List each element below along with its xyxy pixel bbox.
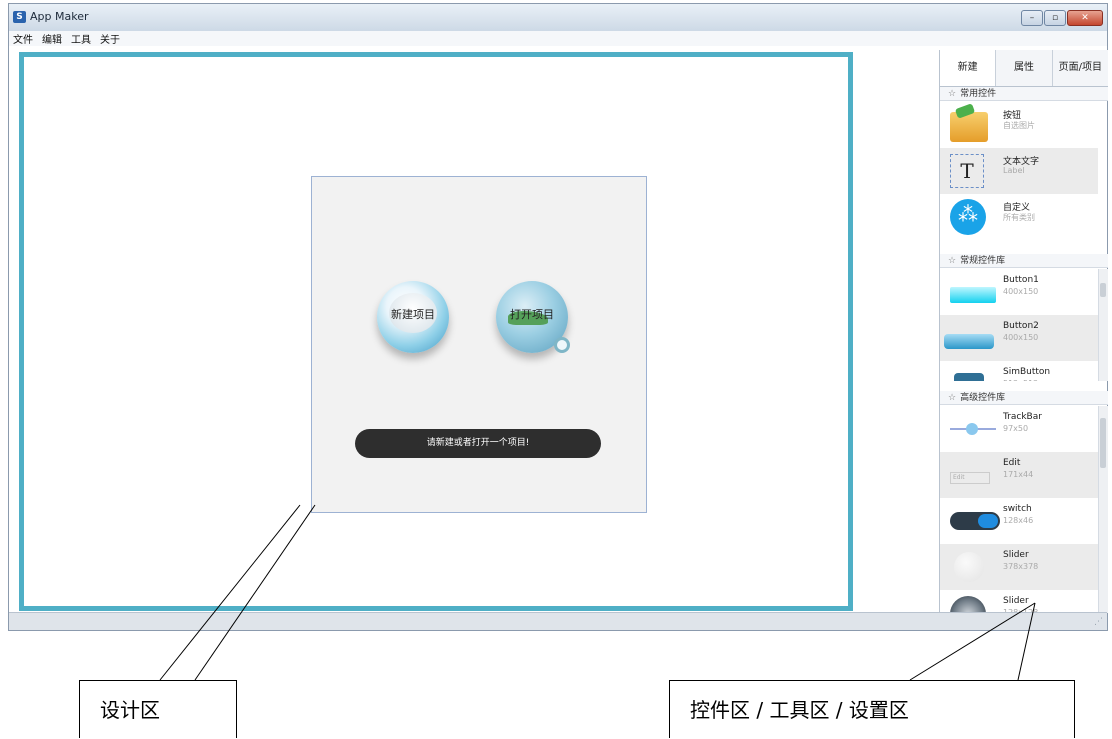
control-name: Slider bbox=[1003, 550, 1029, 560]
section-body-regular[interactable]: Button1 400x150 Button2 400x150 SimButto… bbox=[940, 269, 1098, 381]
app-logo-icon: S bbox=[13, 11, 26, 23]
trackbar-icon bbox=[950, 423, 996, 435]
folder-icon bbox=[950, 112, 988, 142]
control-item[interactable]: 按钮 自选图片 bbox=[940, 102, 1098, 148]
slider-icon bbox=[954, 552, 984, 582]
control-item[interactable]: 自定义 所有类别 bbox=[940, 194, 1098, 240]
section-body-advanced[interactable]: TrackBar 97x50 Edit Edit 171x44 switch 1… bbox=[940, 406, 1098, 613]
advanced-scrollbar[interactable] bbox=[1098, 406, 1108, 613]
new-project-button[interactable]: 新建项目 bbox=[377, 281, 449, 353]
control-sub: 171x44 bbox=[1003, 470, 1034, 479]
control-item[interactable]: TrackBar 97x50 bbox=[940, 406, 1098, 452]
control-item[interactable]: T 文本文字 Label bbox=[940, 148, 1098, 194]
client-area: 新建项目 打开项目 请新建或者打开一个项目! 新建 属性 页面/项目 ☆ 常用控件 bbox=[9, 46, 1108, 613]
control-sub: 128x46 bbox=[1003, 516, 1034, 525]
tab-new[interactable]: 新建 bbox=[940, 50, 997, 86]
menu-tools[interactable]: 工具 bbox=[71, 31, 91, 46]
magnifier-icon bbox=[554, 337, 570, 353]
section-header-advanced[interactable]: ☆ 高级控件库 bbox=[940, 391, 1108, 405]
status-bar: ⋰ bbox=[9, 612, 1107, 630]
control-sub: 400x150 bbox=[1003, 287, 1039, 296]
tools-area-callout: 控件区 / 工具区 / 设置区 bbox=[669, 680, 1075, 738]
new-project-label: 新建项目 bbox=[391, 308, 435, 321]
control-name: SimButton bbox=[1003, 367, 1051, 377]
panel-tabs: 新建 属性 页面/项目 bbox=[940, 50, 1108, 87]
control-item[interactable]: SimButton 512x512 bbox=[940, 361, 1098, 381]
section-title: 常规控件库 bbox=[960, 256, 1006, 266]
control-sub: 97x50 bbox=[1003, 424, 1029, 433]
edit-icon: Edit bbox=[950, 472, 990, 484]
scroll-thumb[interactable] bbox=[1100, 418, 1106, 468]
open-project-button[interactable]: 打开项目 bbox=[496, 281, 570, 353]
section-body-common: 按钮 自选图片 T 文本文字 Label 自定义 所有类别 bbox=[940, 102, 1098, 254]
control-name: Button1 bbox=[1003, 275, 1039, 285]
design-area[interactable]: 新建项目 打开项目 请新建或者打开一个项目! bbox=[19, 52, 853, 611]
status-message: 请新建或者打开一个项目! bbox=[355, 429, 601, 458]
menu-file[interactable]: 文件 bbox=[13, 31, 33, 46]
tab-page-project[interactable]: 页面/项目 bbox=[1052, 50, 1108, 86]
window-controls: – ▫ ✕ bbox=[1021, 10, 1103, 26]
control-item[interactable]: switch 128x46 bbox=[940, 498, 1098, 544]
control-sub: 512x512 bbox=[1003, 379, 1038, 381]
close-button[interactable]: ✕ bbox=[1067, 10, 1103, 26]
control-sub: 378x378 bbox=[1003, 562, 1039, 571]
dial-icon bbox=[950, 596, 986, 613]
design-area-callout: 设计区 bbox=[79, 680, 237, 738]
control-item[interactable]: Button2 400x150 bbox=[940, 315, 1098, 361]
collapse-star-icon: ☆ bbox=[948, 89, 957, 99]
window-title: App Maker bbox=[30, 10, 89, 23]
collapse-star-icon: ☆ bbox=[948, 393, 957, 403]
menu-about[interactable]: 关于 bbox=[100, 31, 120, 46]
app-window: S App Maker – ▫ ✕ 文件 编辑 工具 关于 新建项目 打开项目 bbox=[8, 3, 1108, 631]
scroll-thumb[interactable] bbox=[1100, 283, 1106, 297]
right-panel: 新建 属性 页面/项目 ☆常用控件 按钮 自选图片 T 文本文字 Label bbox=[939, 50, 1108, 613]
control-name: Edit bbox=[1003, 458, 1021, 468]
control-item[interactable]: Slider 128x128 bbox=[940, 590, 1098, 613]
section-title: 常用控件 bbox=[960, 89, 997, 99]
control-sub: Label bbox=[1003, 166, 1025, 175]
section-header-common[interactable]: ☆ 常用控件 bbox=[940, 87, 1108, 101]
tab-properties[interactable]: 属性 bbox=[996, 50, 1053, 86]
control-item[interactable]: Slider 378x378 bbox=[940, 544, 1098, 590]
design-canvas-page[interactable]: 新建项目 打开项目 请新建或者打开一个项目! bbox=[311, 176, 647, 513]
control-sub: 所有类别 bbox=[1003, 213, 1035, 222]
collapse-star-icon: ☆ bbox=[948, 256, 957, 266]
menu-bar: 文件 编辑 工具 关于 bbox=[9, 31, 1107, 46]
section-title: 高级控件库 bbox=[960, 393, 1006, 403]
menu-edit[interactable]: 编辑 bbox=[42, 31, 62, 46]
button2-icon bbox=[944, 334, 994, 349]
control-name: TrackBar bbox=[1003, 412, 1042, 422]
minimize-button[interactable]: – bbox=[1021, 10, 1043, 26]
open-project-label: 打开项目 bbox=[510, 308, 554, 321]
switch-icon bbox=[950, 512, 1000, 530]
control-name: Button2 bbox=[1003, 321, 1039, 331]
custom-icon bbox=[950, 199, 986, 235]
control-item[interactable]: Button1 400x150 bbox=[940, 269, 1098, 315]
control-sub: 400x150 bbox=[1003, 333, 1039, 342]
button1-icon bbox=[950, 287, 996, 303]
section-header-regular[interactable]: ☆ 常规控件库 bbox=[940, 254, 1108, 268]
control-sub: 自选图片 bbox=[1003, 121, 1035, 130]
simbutton-icon bbox=[954, 373, 984, 381]
resize-grip-icon[interactable]: ⋰ bbox=[1094, 617, 1103, 627]
maximize-button[interactable]: ▫ bbox=[1044, 10, 1066, 26]
title-bar[interactable]: S App Maker – ▫ ✕ bbox=[9, 4, 1107, 31]
control-item[interactable]: Edit Edit 171x44 bbox=[940, 452, 1098, 498]
control-name: Slider bbox=[1003, 596, 1029, 606]
text-icon: T bbox=[950, 154, 984, 188]
control-name: switch bbox=[1003, 504, 1032, 514]
regular-scrollbar[interactable] bbox=[1098, 269, 1108, 381]
